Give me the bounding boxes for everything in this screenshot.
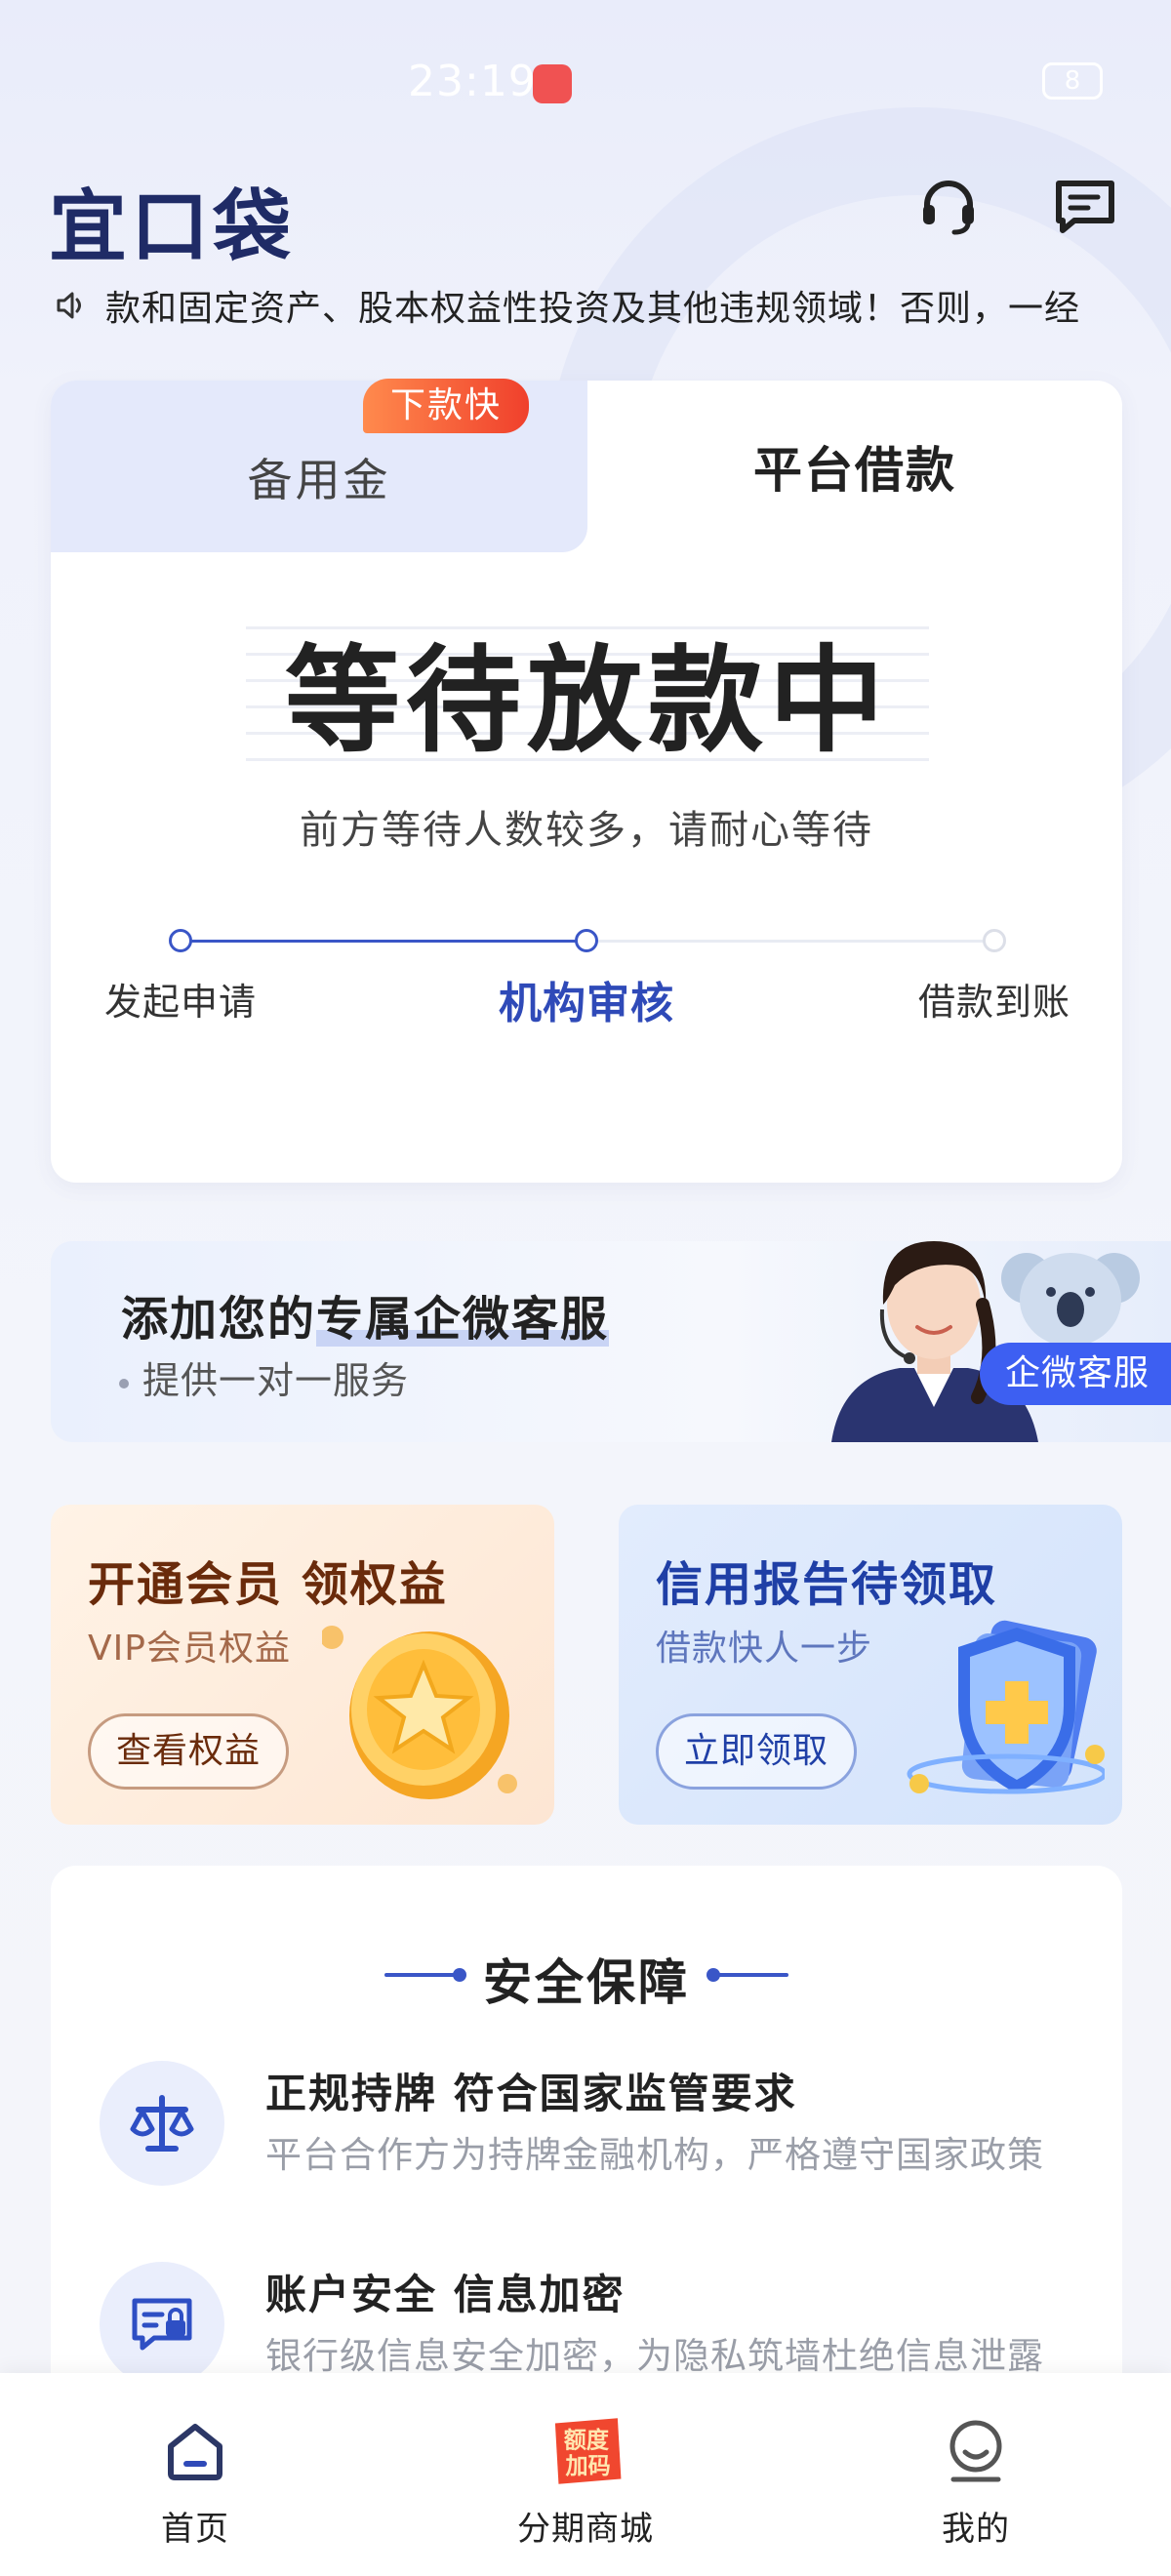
tab-platform-loan[interactable]: 平台借款 [587, 431, 1122, 502]
vip-membership-card[interactable]: 开通会员 领权益 VIP会员权益 查看权益 [51, 1505, 554, 1825]
status-title-block: 等待放款中 [246, 603, 929, 774]
title-decoration-right [707, 1968, 788, 1982]
nav-mine-label: 我的 [942, 2510, 1010, 2549]
loan-status-card: 备用金 下款快 平台借款 等待放款中 前方等待人数较多，请耐心等待 发起申请 机… [51, 379, 1122, 1183]
credit-card-subtitle: 借款快人一步 [656, 1629, 873, 1669]
view-benefits-button[interactable]: 查看权益 [88, 1713, 290, 1790]
message-icon[interactable] [1050, 172, 1120, 242]
service-banner-subtitle: 提供一对一服务 [119, 1350, 409, 1404]
speaker-icon [57, 292, 81, 319]
claim-now-button[interactable]: 立即领取 [656, 1713, 858, 1790]
step-label-review: 机构审核 [499, 979, 674, 1028]
step-dot-arrival [983, 929, 1006, 952]
status-bar: 23:19 8 [0, 57, 1171, 115]
status-subtitle: 前方等待人数较多，请耐心等待 [300, 808, 873, 853]
nav-home-label: 首页 [161, 2510, 229, 2549]
encrypted-message-icon [100, 2262, 224, 2387]
service-banner-title: 添加您的专属企微客服 [121, 1280, 610, 1348]
security-item-desc: 平台合作方为持牌金融机构，严格遵守国家政策 [265, 2134, 1044, 2176]
step-dot-apply [169, 929, 192, 952]
progress-line-completed [181, 940, 586, 943]
credit-boost-badge-icon: 额度 加码 [546, 2412, 625, 2490]
nav-mall-label: 分期商城 [517, 2510, 654, 2549]
home-icon [156, 2412, 234, 2490]
notice-text: 款和固定资产、股本权益性投资及其他违规领域！否则，一经 [105, 289, 1081, 329]
security-shield-icon [907, 1620, 1105, 1794]
fast-disbursement-badge: 下款快 [363, 379, 529, 433]
customer-service-icon[interactable] [913, 172, 984, 242]
notice-marquee[interactable]: 款和固定资产、股本权益性投资及其他违规领域！否则，一经 [55, 278, 1128, 333]
service-title-prefix: 添加您的 [121, 1292, 317, 1347]
service-title-highlight: 专属企微客服 [316, 1292, 610, 1347]
status-title: 等待放款中 [284, 633, 890, 768]
vip-card-subtitle: VIP会员权益 [88, 1629, 291, 1669]
badge-line-1: 额度 [564, 2427, 610, 2453]
balance-scale-icon [100, 2061, 224, 2186]
security-item-title: 账户安全 信息加密 [265, 2271, 626, 2318]
step-label-arrival: 借款到账 [917, 981, 1071, 1024]
step-label-apply: 发起申请 [103, 981, 258, 1024]
wecom-service-banner[interactable]: 添加您的专属企微客服 提供一对一服务 企微客服 [51, 1241, 1171, 1442]
security-item-licensed: 正规持牌 符合国家监管要求 平台合作方为持牌金融机构，严格遵守国家政策 [100, 2061, 1075, 2188]
credit-report-card[interactable]: 信用报告待领取 借款快人一步 立即领取 [619, 1505, 1122, 1825]
battery-icon: 8 [1042, 62, 1103, 100]
security-item-title: 正规持牌 符合国家监管要求 [265, 2070, 797, 2117]
app-logo: 宜口袋 [49, 181, 295, 272]
security-item-desc: 银行级信息安全加密，为隐私筑墙杜绝信息泄露 [265, 2335, 1044, 2377]
nav-installment-mall[interactable]: 额度 加码 分期商城 [478, 2412, 693, 2550]
notification-app-icon [533, 64, 572, 103]
profile-icon [937, 2412, 1015, 2490]
bottom-navigation: 首页 额度 加码 分期商城 我的 [0, 2373, 1171, 2576]
status-time: 23:19 [408, 57, 537, 106]
wecom-service-button[interactable]: 企微客服 [980, 1343, 1171, 1405]
nav-home[interactable]: 首页 [88, 2412, 303, 2550]
tab-reserve-fund-label: 备用金 [247, 454, 391, 506]
security-title: 安全保障 [483, 1954, 690, 2011]
badge-line-2: 加码 [565, 2454, 611, 2479]
step-dot-review [575, 929, 598, 952]
app-screen: 23:19 8 宜口袋 款和固定资产、股本权益性投资及其他违规领域！否则，一经 … [0, 0, 1171, 2576]
progress-line-pending [586, 940, 994, 943]
gold-star-coin-icon [322, 1626, 517, 1799]
progress-steps: 发起申请 机构审核 借款到账 [51, 917, 1122, 1028]
nav-mine[interactable]: 我的 [868, 2412, 1083, 2550]
security-item-account: 账户安全 信息加密 银行级信息安全加密，为隐私筑墙杜绝信息泄露 [100, 2262, 1075, 2389]
